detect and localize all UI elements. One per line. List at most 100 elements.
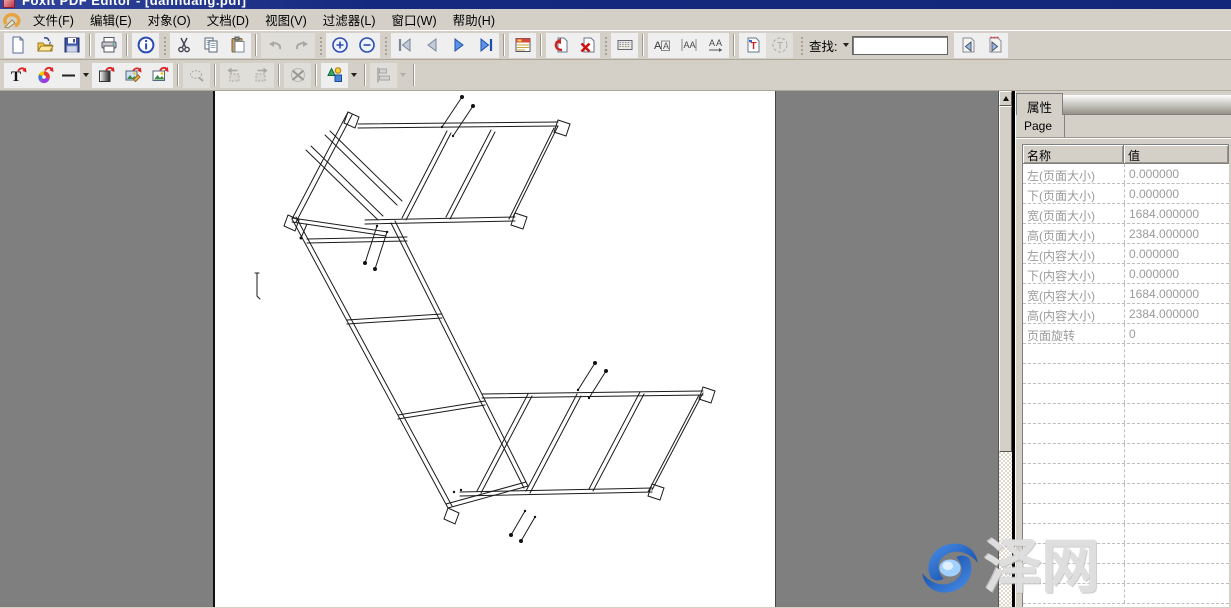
add-color-button[interactable]: [31, 63, 58, 88]
about-button[interactable]: [132, 33, 159, 58]
first-page-button[interactable]: [391, 33, 418, 58]
property-row[interactable]: 下(页面大小) 0.000000: [1023, 184, 1229, 204]
text-import-button[interactable]: T: [739, 33, 766, 58]
separator: [255, 34, 257, 56]
lasso-select-button[interactable]: [183, 63, 210, 88]
menu-file[interactable]: 文件(F): [25, 8, 82, 31]
menu-filter[interactable]: 过滤器(L): [315, 8, 384, 31]
line-icon: [60, 66, 78, 84]
property-value[interactable]: 1684.000000: [1124, 284, 1229, 303]
delete-cross-button[interactable]: [284, 63, 311, 88]
property-value[interactable]: 0: [1124, 324, 1229, 343]
separator: [540, 34, 542, 56]
find-dropdown-button[interactable]: [840, 34, 852, 56]
tab-page[interactable]: Page: [1016, 115, 1065, 137]
text-rotate-button[interactable]: T: [766, 33, 793, 58]
last-page-button[interactable]: [472, 33, 499, 58]
add-image-button[interactable]: [146, 63, 173, 88]
menu-edit[interactable]: 编辑(E): [82, 8, 140, 31]
char-style-button[interactable]: AA: [648, 33, 675, 58]
property-value[interactable]: 0.000000: [1124, 184, 1229, 203]
chevron-down-icon: [351, 73, 357, 77]
word-spacing-button[interactable]: AA: [702, 33, 729, 58]
add-shading-button[interactable]: [92, 63, 119, 88]
undo-button[interactable]: [261, 33, 288, 58]
properties-tab-row: Page: [1016, 115, 1231, 138]
align-objects-dropdown[interactable]: [397, 64, 409, 86]
property-value[interactable]: 1684.000000: [1124, 204, 1229, 223]
pdf-page[interactable]: [213, 91, 776, 607]
chevron-down-icon: [83, 73, 89, 77]
menu-view[interactable]: 视图(V): [257, 8, 315, 31]
empty-row: [1023, 524, 1229, 544]
zoom-out-icon: [358, 36, 376, 54]
open-file-button[interactable]: [31, 33, 58, 58]
page-form-button[interactable]: [509, 33, 536, 58]
property-row[interactable]: 高(页面大小) 2384.000000: [1023, 224, 1229, 244]
insert-shapes-button[interactable]: [321, 63, 348, 88]
copy-button[interactable]: [197, 33, 224, 58]
revert-page-button[interactable]: [546, 33, 573, 58]
menu-document[interactable]: 文档(D): [199, 8, 257, 31]
property-value[interactable]: 0.000000: [1124, 264, 1229, 283]
hex-edit-button[interactable]: [611, 33, 638, 58]
line-style-button[interactable]: [58, 63, 80, 88]
new-file-button[interactable]: [4, 33, 31, 58]
properties-title: 属性: [1016, 93, 1063, 115]
menu-window[interactable]: 窗口(W): [384, 8, 445, 31]
toolbar-drag-handle[interactable]: [603, 35, 608, 55]
save-file-button[interactable]: [58, 33, 85, 58]
find-previous-button[interactable]: [954, 33, 981, 58]
separator: [315, 64, 317, 86]
prev-page-button[interactable]: [418, 33, 445, 58]
find-input[interactable]: [852, 36, 948, 55]
rotate-ccw-button[interactable]: [220, 63, 247, 88]
redo-button[interactable]: [288, 33, 315, 58]
toolbar-drag-handle[interactable]: [162, 35, 167, 55]
empty-row: [1023, 484, 1229, 504]
toolbar-drag-handle[interactable]: [383, 35, 388, 55]
svg-text:A: A: [663, 41, 669, 51]
toolbar-drag-handle[interactable]: [318, 35, 323, 55]
property-value[interactable]: 0.000000: [1124, 164, 1229, 183]
property-row[interactable]: 高(内容大小) 2384.000000: [1023, 304, 1229, 324]
separator: [503, 34, 505, 56]
zoom-out-button[interactable]: [353, 33, 380, 58]
scrollbar-track[interactable]: [999, 452, 1012, 607]
text-import-icon: T: [744, 36, 762, 54]
property-label: 宽(内容大小): [1023, 284, 1124, 303]
menu-object[interactable]: 对象(O): [140, 8, 199, 31]
rotate-cw-button[interactable]: [247, 63, 274, 88]
property-value[interactable]: 0.000000: [1124, 244, 1229, 263]
print-button[interactable]: [95, 33, 122, 58]
toolbar-drag-handle[interactable]: [799, 35, 804, 55]
property-row[interactable]: 左(内容大小) 0.000000: [1023, 244, 1229, 264]
open-file-icon: [36, 36, 54, 54]
cut-button[interactable]: [170, 33, 197, 58]
property-value[interactable]: 2384.000000: [1124, 224, 1229, 243]
property-row[interactable]: 左(页面大小) 0.000000: [1023, 164, 1229, 184]
menu-help[interactable]: 帮助(H): [445, 8, 503, 31]
first-page-icon: [396, 36, 414, 54]
insert-shapes-dropdown[interactable]: [348, 64, 360, 86]
add-text-button[interactable]: T: [4, 63, 31, 88]
property-label: 高(页面大小): [1023, 224, 1124, 243]
cross-icon: [289, 66, 307, 84]
align-objects-button[interactable]: [370, 63, 397, 88]
char-spacing-button[interactable]: AA: [675, 33, 702, 58]
property-row[interactable]: 宽(内容大小) 1684.000000: [1023, 284, 1229, 304]
scroll-up-button[interactable]: [999, 91, 1012, 106]
property-value[interactable]: 2384.000000: [1124, 304, 1229, 323]
arrow-up-icon: [1003, 96, 1009, 101]
property-row[interactable]: 页面旋转 0: [1023, 324, 1229, 344]
delete-page-button[interactable]: [573, 33, 600, 58]
edit-image-button[interactable]: [119, 63, 146, 88]
line-style-dropdown[interactable]: [80, 64, 92, 86]
next-page-button[interactable]: [445, 33, 472, 58]
property-row[interactable]: 宽(页面大小) 1684.000000: [1023, 204, 1229, 224]
paste-button[interactable]: [224, 33, 251, 58]
scrollbar-thumb[interactable]: [999, 106, 1012, 452]
zoom-in-button[interactable]: [326, 33, 353, 58]
property-row[interactable]: 下(内容大小) 0.000000: [1023, 264, 1229, 284]
find-next-button[interactable]: [981, 33, 1008, 58]
